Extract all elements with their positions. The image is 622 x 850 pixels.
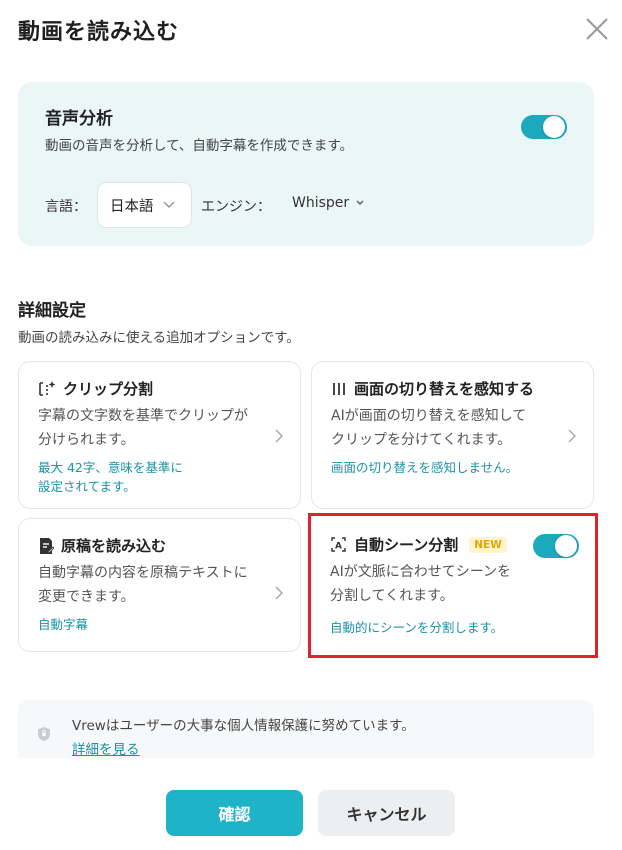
card-status: 画面の切り替えを感知しません。: [331, 460, 519, 475]
audio-analysis-toggle[interactable]: [521, 115, 567, 139]
privacy-text: Vrewはユーザーの大事な個人情報保護に努めています。: [72, 718, 415, 734]
chevron-down-icon: [163, 201, 175, 209]
language-select[interactable]: 日本語: [97, 182, 192, 228]
scene-change-icon: [333, 382, 345, 395]
chevron-right-icon: [568, 429, 577, 443]
highlight-box: [308, 513, 598, 658]
language-value: 日本語: [110, 198, 154, 215]
card-description: 分けられます。: [38, 432, 135, 448]
card-title: クリップ分割: [63, 380, 154, 398]
close-icon[interactable]: [584, 16, 610, 42]
engine-value: Whisper: [292, 195, 350, 211]
card-description: AIが画面の切り替えを感知して: [331, 408, 527, 424]
card-description: 変更できます。: [38, 589, 135, 605]
scene-change-card[interactable]: 画面の切り替えを感知する AIが画面の切り替えを感知して クリップを分けてくれま…: [311, 361, 594, 509]
audio-analysis-description: 動画の音声を分析して、自動字幕を作成できます。: [45, 138, 354, 154]
clip-split-icon: [39, 380, 56, 396]
card-description: 自動字幕の内容を原稿テキストに: [38, 565, 248, 581]
card-description: クリップを分けてくれます。: [331, 432, 512, 448]
script-import-card[interactable]: 原稿を読み込む 自動字幕の内容を原稿テキストに 変更できます。 自動字幕: [18, 518, 301, 652]
close-button[interactable]: [584, 16, 610, 42]
audio-analysis-panel: 音声分析 動画の音声を分析して、自動字幕を作成できます。 言語： 日本語 エンジ…: [18, 82, 594, 246]
chevron-down-icon: [356, 200, 364, 205]
shield-icon: [38, 727, 50, 741]
engine-label: エンジン：: [201, 199, 271, 215]
chevron-right-icon: [275, 586, 284, 600]
dialog-title: 動画を読み込む: [18, 20, 180, 45]
language-label: 言語：: [45, 199, 87, 215]
advanced-settings-title: 詳細設定: [18, 301, 86, 321]
privacy-details-link[interactable]: 詳細を見る: [72, 738, 140, 758]
audio-analysis-title: 音声分析: [45, 109, 113, 129]
card-status: 設定されてます。: [38, 479, 136, 494]
card-description: 字幕の文字数を基準でクリップが: [38, 408, 248, 424]
card-status: 自動字幕: [38, 617, 89, 632]
cancel-button[interactable]: キャンセル: [318, 790, 455, 836]
privacy-notice: Vrewはユーザーの大事な個人情報保護に努めています。 詳細を見る: [18, 700, 594, 758]
engine-select[interactable]: Whisper: [292, 195, 365, 211]
card-title: 画面の切り替えを感知する: [354, 380, 535, 398]
confirm-button[interactable]: 確認: [166, 790, 303, 836]
clip-split-card[interactable]: クリップ分割 字幕の文字数を基準でクリップが 分けられます。 最大 42字、意味…: [18, 361, 301, 509]
script-import-icon: [40, 537, 54, 554]
chevron-right-icon: [275, 429, 284, 443]
advanced-settings-description: 動画の読み込みに使える追加オプションです。: [18, 330, 300, 346]
card-title: 原稿を読み込む: [61, 537, 167, 555]
card-status: 最大 42字、意味を基準に: [38, 460, 183, 475]
